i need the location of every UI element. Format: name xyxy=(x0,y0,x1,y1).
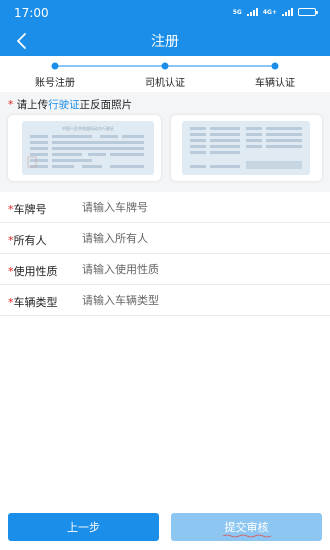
step-indicator: 账号注册 司机认证 车辆认证 xyxy=(0,56,330,92)
signal-icon xyxy=(246,8,258,16)
step-label-2: 司机认证 xyxy=(145,78,185,89)
owner-label-text: 所有人 xyxy=(13,234,47,247)
system-indicators: 5G 4G+ xyxy=(232,7,318,17)
battery-icon xyxy=(298,8,318,16)
license-front-image: 中国人民共和国机动车行驶证 xyxy=(22,121,154,175)
plate-number-row: *车牌号 xyxy=(0,192,330,223)
network-type-1: 5G xyxy=(232,8,242,16)
vehicle-type-row: *车辆类型 xyxy=(0,285,330,316)
submit-review-button[interactable]: 提交审核 xyxy=(171,513,322,541)
plate-number-label: *车牌号 xyxy=(8,201,47,217)
vehicle-type-input[interactable] xyxy=(82,291,312,309)
vehicle-type-label: *车辆类型 xyxy=(8,294,58,310)
vehicle-type-label-text: 车辆类型 xyxy=(13,296,58,309)
status-bar: 17:00 5G 4G+ xyxy=(0,0,330,26)
upload-title-suffix: 正反面照片 xyxy=(79,99,133,111)
step-label-1: 账号注册 xyxy=(35,78,75,89)
license-front-graphic xyxy=(27,135,144,168)
step-dot-2 xyxy=(161,62,169,70)
step-progress-track xyxy=(51,62,279,70)
license-back-image xyxy=(182,121,310,175)
upload-title-prefix: 请上传 xyxy=(13,99,49,111)
network-type-2: 4G+ xyxy=(262,8,277,16)
usage-nature-row: *使用性质 xyxy=(0,254,330,285)
license-back-upload[interactable] xyxy=(171,115,322,181)
owner-row: *所有人 xyxy=(0,223,330,254)
signal-icon-2 xyxy=(282,8,293,16)
usage-nature-label-text: 使用性质 xyxy=(13,265,58,278)
usage-nature-input[interactable] xyxy=(82,260,312,278)
step-dot-3 xyxy=(271,62,279,70)
owner-input[interactable] xyxy=(82,229,312,247)
license-back-graphic xyxy=(190,127,302,169)
step-dot-1 xyxy=(51,62,59,70)
previous-step-button[interactable]: 上一步 xyxy=(8,513,159,541)
owner-label: *所有人 xyxy=(8,232,47,248)
status-time: 17:00 xyxy=(14,6,49,20)
page-title: 注册 xyxy=(151,34,179,50)
nav-bar: 注册 xyxy=(0,26,330,56)
plate-number-label-text: 车牌号 xyxy=(13,203,47,216)
license-link[interactable]: 行驶证 xyxy=(48,99,80,111)
upload-title: * 请上传行驶证正反面照片 xyxy=(8,97,132,112)
usage-nature-label: *使用性质 xyxy=(8,263,58,279)
step-label-3: 车辆认证 xyxy=(255,78,295,89)
app-header: 17:00 5G 4G+ 注册 xyxy=(0,0,330,56)
license-front-upload[interactable]: 中国人民共和国机动车行驶证 xyxy=(8,115,161,181)
plate-number-input[interactable] xyxy=(82,198,312,216)
